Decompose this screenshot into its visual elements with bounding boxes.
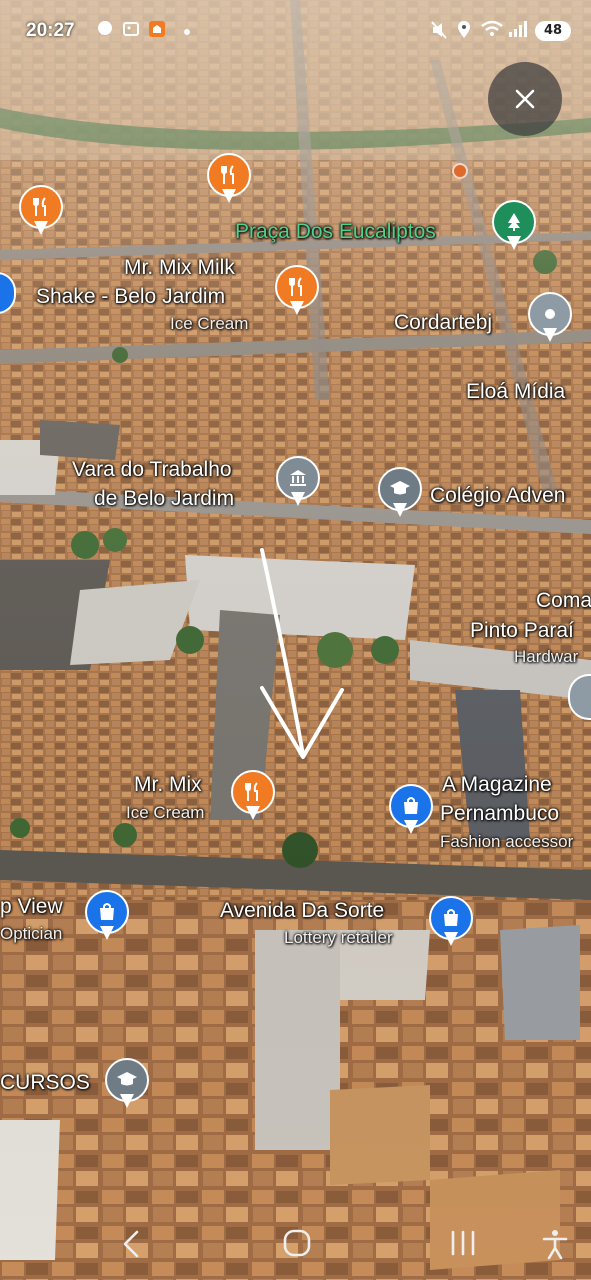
fork-knife-icon (33, 197, 46, 216)
close-button[interactable] (488, 62, 562, 136)
civic-pin-vara[interactable] (276, 456, 320, 508)
shop-pin-pview[interactable] (85, 890, 129, 942)
status-bar: 20:27 48 (0, 0, 591, 62)
place-label-magazine-2[interactable]: Pernambuco (440, 803, 559, 824)
place-label-mrmix-milk-1[interactable]: Mr. Mix Milk (124, 257, 235, 278)
gallery-icon (122, 20, 140, 42)
battery-indicator: 48 (535, 21, 571, 41)
mute-icon (430, 20, 448, 44)
park-pin-praca[interactable] (492, 200, 536, 252)
school-pin-cursos[interactable] (105, 1058, 149, 1110)
restaurant-pin-mrmix[interactable] (231, 770, 275, 822)
system-nav-bar (0, 1210, 591, 1280)
recents-button[interactable] (448, 1228, 478, 1262)
place-dot-icon[interactable] (452, 163, 468, 179)
tree-icon (508, 213, 520, 231)
place-category-mrmix: Ice Cream (126, 803, 205, 822)
place-label-vara-2[interactable]: de Belo Jardim (94, 488, 234, 509)
location-icon (456, 20, 472, 44)
close-icon (515, 89, 535, 109)
shopping-bag-icon (404, 797, 418, 814)
accessibility-icon (542, 1230, 568, 1260)
restaurant-pin-mrmix-milk[interactable] (275, 265, 319, 317)
home-app-icon (148, 20, 166, 42)
place-label-magazine-1[interactable]: A Magazine (442, 774, 552, 795)
graduation-cap-icon (390, 481, 410, 495)
messenger-icon (96, 20, 114, 42)
dot-icon (182, 22, 192, 41)
school-pin-colegio[interactable] (378, 467, 422, 519)
graduation-cap-icon (117, 1072, 137, 1086)
place-label-coma[interactable]: Coma (536, 590, 591, 611)
restaurant-pin[interactable] (207, 153, 251, 205)
shopping-bag-icon (100, 903, 114, 920)
restaurant-pin[interactable] (19, 185, 63, 237)
place-label-mrmix-milk-2[interactable]: Shake - Belo Jardim (36, 286, 225, 307)
shop-pin-avenida[interactable] (429, 896, 473, 948)
place-label-avenida[interactable]: Avenida Da Sorte (220, 900, 384, 921)
place-label-eloa[interactable]: Eloá Mídia (466, 381, 565, 402)
signal-icon (508, 20, 528, 42)
fork-knife-icon (289, 277, 302, 296)
back-icon (123, 1230, 139, 1258)
place-label-cursos[interactable]: CURSOS (0, 1072, 90, 1093)
fork-knife-icon (245, 782, 258, 801)
place-category-pview: Optician (0, 924, 63, 943)
accessibility-button[interactable] (540, 1228, 570, 1264)
place-category-magazine: Fashion accessor (440, 832, 574, 851)
place-label-mrmix[interactable]: Mr. Mix (134, 774, 202, 795)
home-icon (283, 1229, 311, 1257)
place-label-cordartebj[interactable]: Cordartebj (394, 312, 492, 333)
recents-icon (451, 1230, 475, 1256)
shopping-bag-icon (444, 909, 458, 926)
place-label-vara-1[interactable]: Vara do Trabalho (72, 459, 232, 480)
place-label-pinto-para[interactable]: Pinto Paraí (470, 620, 574, 641)
place-category-avenida: Lottery retailer (284, 928, 393, 947)
status-time: 20:27 (26, 20, 75, 41)
place-label-colegio[interactable]: Colégio Adven (430, 485, 565, 506)
place-label-pview[interactable]: p View (0, 896, 63, 917)
place-category-mrmix-milk: Ice Cream (170, 314, 249, 333)
wifi-icon (480, 20, 504, 42)
location-dot-icon (545, 309, 555, 319)
fork-knife-icon (221, 165, 234, 184)
place-category-hardware: Hardwar (514, 647, 579, 666)
place-pin-cordartebj[interactable] (528, 292, 572, 344)
courthouse-icon (290, 470, 306, 486)
place-label-praca[interactable]: Praça Dos Eucaliptos (235, 221, 436, 242)
shop-pin-magazine[interactable] (389, 784, 433, 836)
back-button[interactable] (120, 1228, 142, 1264)
home-button[interactable] (282, 1228, 312, 1262)
